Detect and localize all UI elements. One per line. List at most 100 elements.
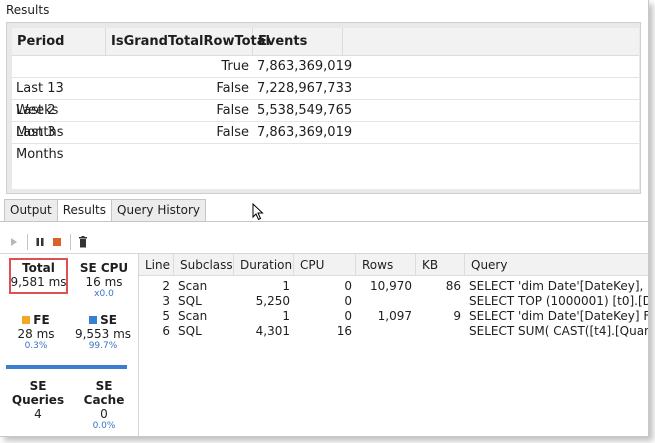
table-row[interactable]: Last 3 Months False 7,863,369,019 (12, 122, 639, 162)
metric-se-cpu-ratio: x0.0 (94, 289, 114, 299)
metric-fe-label: FE (33, 313, 50, 327)
cell-isgrandtotalrowtotal: True (221, 59, 249, 74)
stop-icon[interactable] (49, 234, 65, 250)
column-header-subclass[interactable]: Subclass (174, 254, 234, 275)
metric-se-cpu-label: SE CPU (79, 261, 129, 275)
se-query-grid[interactable]: Line Subclass Duration CPU Rows KB Query… (139, 253, 649, 436)
tab-results[interactable]: Results (56, 199, 113, 221)
results-panel: Period IsGrandTotalRowTotal Events True … (6, 22, 641, 194)
fe-color-swatch (22, 316, 31, 324)
cell-query: SELECT 'dim Date'[DateKey] FRO (469, 309, 649, 323)
cell-subclass: SQL (178, 294, 202, 308)
metric-se-cache-label: SE Cache (83, 379, 125, 407)
metric-se-cpu-value: 16 ms (85, 275, 123, 289)
timing-metrics: Total 9,581 ms SE CPU 16 ms x0.0 FE 28 m… (0, 253, 139, 436)
pause-icon[interactable] (32, 234, 48, 250)
metric-se-queries-value: 4 (34, 407, 42, 421)
column-header-line[interactable]: Line (139, 254, 174, 275)
column-header-events[interactable]: Events (253, 28, 343, 55)
cell-line: 6 (162, 324, 170, 338)
se-color-swatch (89, 316, 98, 324)
column-header-period[interactable]: Period (12, 28, 106, 55)
table-row[interactable]: 6 SQL 4,301 16 SELECT SUM( CAST([t4].[Qu… (139, 324, 649, 339)
cell-kb: 86 (445, 279, 461, 293)
column-header-cpu[interactable]: CPU (294, 254, 356, 275)
timings-toolbar (6, 234, 92, 250)
cell-events: 7,863,369,019 (257, 125, 353, 140)
cell-duration: 1 (282, 279, 290, 293)
metric-se-label: SE (100, 313, 117, 327)
cell-cpu: 0 (344, 279, 352, 293)
fe-se-ratio-bar (6, 365, 127, 369)
table-row[interactable]: 2 Scan 1 0 10,970 86 SELECT 'dim Date'[D… (139, 279, 648, 294)
metric-total-label: Total (22, 261, 55, 275)
cell-kb: 9 (453, 309, 461, 323)
metric-fe-percent: 0.3% (24, 341, 48, 351)
cell-isgrandtotalrowtotal: False (216, 125, 249, 140)
cell-line: 3 (162, 294, 170, 308)
cell-duration: 4,301 (255, 324, 290, 338)
cell-rows: 10,970 (370, 279, 412, 293)
cell-rows (356, 294, 416, 309)
table-row[interactable]: 5 Scan 1 0 1,097 9 SELECT 'dim Date'[Dat… (139, 309, 649, 324)
cell-period: Last 3 Months (16, 125, 64, 162)
cell-cpu: 16 (336, 324, 352, 338)
toolbar-separator (27, 234, 28, 250)
column-header-query[interactable]: Query (465, 254, 648, 275)
results-window: Results Period IsGrandTotalRowTotal Even… (0, 0, 649, 437)
table-row[interactable]: Last 13 Weeks False 7,228,967,733 (12, 78, 639, 118)
cell-rows: 1,097 (377, 309, 412, 323)
results-header: Results (6, 3, 50, 17)
table-row[interactable]: True 7,863,369,019 (12, 56, 639, 78)
cell-subclass: Scan (178, 279, 208, 293)
results-grid[interactable]: Period IsGrandTotalRowTotal Events True … (12, 28, 639, 189)
cell-duration: 1 (282, 309, 290, 323)
tab-output[interactable]: Output (4, 199, 58, 221)
tab-query-history[interactable]: Query History (111, 199, 207, 221)
cell-duration: 5,250 (255, 294, 290, 308)
run-icon[interactable] (6, 234, 22, 250)
cell-cpu: 0 (344, 294, 352, 308)
metric-se-percent: 99.7% (88, 341, 118, 351)
clear-trash-icon[interactable] (75, 234, 91, 250)
metric-se-queries-label: SE Queries (11, 379, 65, 407)
server-timings-pane: Total 9,581 ms SE CPU 16 ms x0.0 FE 28 m… (0, 221, 649, 436)
cell-period: Last 13 Weeks (16, 81, 64, 118)
cell-period: Last 2 Months (16, 103, 64, 140)
cell-cpu: 0 (344, 309, 352, 323)
cell-line: 5 (162, 309, 170, 323)
cell-rows (356, 324, 416, 339)
column-header-kb[interactable]: KB (416, 254, 465, 275)
cell-kb (416, 324, 465, 339)
table-row[interactable]: 3 SQL 5,250 0 SELECT TOP (1000001) [t0].… (139, 294, 648, 309)
cell-events: 7,228,967,733 (257, 81, 353, 96)
metric-total: Total 9,581 ms (9, 261, 68, 289)
metric-fe-value: 28 ms (17, 327, 55, 341)
output-tabs: Output Results Query History (4, 199, 207, 221)
metric-se-cache-percent: 0.0% (92, 421, 116, 431)
metric-fe: FE 28 ms 0.3% (6, 313, 66, 351)
metric-se-cache-value: 0 (100, 407, 108, 421)
se-grid-header-row: Line Subclass Duration CPU Rows KB Query (139, 254, 648, 276)
metric-total-value: 9,581 ms (10, 275, 67, 289)
cell-subclass: Scan (178, 309, 208, 323)
cell-events: 7,863,369,019 (257, 59, 353, 74)
table-row[interactable]: Last 2 Months False 5,538,549,765 (12, 100, 639, 140)
cell-period (12, 56, 106, 77)
cell-events: 5,538,549,765 (257, 103, 353, 118)
grid-header-row: Period IsGrandTotalRowTotal Events (12, 28, 639, 56)
toolbar-separator (70, 234, 71, 250)
cell-isgrandtotalrowtotal: False (216, 103, 249, 118)
metric-se: SE 9,553 ms 99.7% (72, 313, 134, 351)
column-header-isgrandtotalrowtotal[interactable]: IsGrandTotalRowTotal (106, 28, 270, 55)
column-header-rows[interactable]: Rows (356, 254, 416, 275)
cell-query: SELECT 'dim Date'[DateKey], 'dim (469, 279, 648, 293)
metric-se-queries: SE Queries 4 (4, 379, 72, 421)
cell-isgrandtotalrowtotal: False (216, 81, 249, 96)
metric-se-cpu: SE CPU 16 ms x0.0 (76, 261, 132, 299)
column-header-filler (343, 28, 639, 55)
metric-se-cache: SE Cache 0 0.0% (74, 379, 134, 431)
cell-kb (416, 294, 465, 309)
column-header-duration[interactable]: Duration (234, 254, 294, 275)
cell-query: SELECT SUM( CAST([t4].[Quantit (469, 324, 649, 338)
